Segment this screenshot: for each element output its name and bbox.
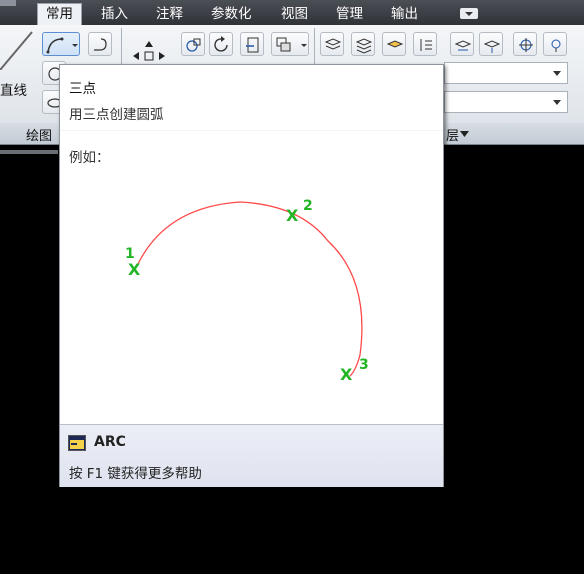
point-label-1: 1 [125, 246, 135, 262]
layer-walk-button[interactable] [479, 32, 503, 56]
point-label-2: 2 [303, 198, 313, 214]
layer-match-button[interactable] [450, 32, 474, 56]
layer-freeze-icon [386, 40, 404, 48]
tooltip-description: 用三点创建圆弧 [69, 107, 164, 123]
tooltip-title: 三点 [69, 81, 96, 97]
tab-view[interactable]: 视图 [281, 4, 308, 24]
layer-unisolate-button[interactable] [543, 32, 567, 56]
tab-home[interactable]: 常用 [37, 3, 82, 26]
layer-properties-button[interactable] [320, 32, 344, 56]
canvas-edge-strip [0, 150, 58, 154]
ribbon-tab-bar: 常用 插入 注释 参数化 视图 管理 输出 [0, 0, 584, 26]
trim-icon [246, 37, 259, 53]
arc-tool-button[interactable] [42, 32, 80, 56]
rotate-tool-button[interactable] [209, 32, 233, 56]
help-hint: 按 F1 键获得更多帮助 [69, 466, 202, 482]
layer-isolate-icon [519, 38, 533, 52]
point-marker-3: X [340, 365, 353, 384]
layers-icon [355, 38, 373, 54]
point-marker-2: X [286, 206, 299, 225]
layer-walk-icon [483, 40, 501, 53]
three-point-arc-illustration: X 1 X 2 X 3 [125, 198, 369, 384]
layer-previous-button[interactable] [413, 32, 437, 56]
layer-freeze-button[interactable] [382, 32, 406, 56]
copy-icon [186, 38, 201, 52]
array-tool-button[interactable] [271, 32, 309, 56]
point-label-3: 3 [359, 357, 369, 373]
layer-match-icon [454, 40, 472, 51]
chevron-down-icon [72, 44, 78, 47]
tab-parametric[interactable]: 参数化 [211, 4, 252, 24]
layer-state-dropdown[interactable] [444, 91, 568, 113]
tab-manage[interactable]: 管理 [336, 4, 363, 24]
chevron-down-icon[interactable] [460, 131, 469, 137]
line-tool-label[interactable]: 直线 [0, 79, 27, 99]
trim-tool-button[interactable] [240, 32, 264, 56]
layer-dropdown[interactable] [444, 62, 568, 84]
array-icon [276, 37, 291, 52]
rotate-icon [214, 36, 228, 52]
arc-curve [136, 201, 363, 377]
tab-insert[interactable]: 插入 [101, 4, 128, 24]
chevron-down-icon [301, 44, 307, 47]
ribbon-options-dropdown[interactable] [460, 8, 478, 19]
command-name: ARC [94, 434, 126, 450]
polyline-icon [94, 38, 107, 51]
application-button[interactable] [0, 0, 16, 6]
layer-properties-icon [324, 38, 342, 50]
point-marker-1: X [128, 260, 141, 279]
tooltip-divider [60, 130, 443, 131]
arc-icon [46, 37, 64, 54]
tooltip-footer: ARC 按 F1 键获得更多帮助 [60, 424, 443, 487]
arc-tooltip: 三点 用三点创建圆弧 例如： X 1 X 2 X 3 ARC 按 F1 键获得更… [59, 64, 444, 487]
layer-previous-icon [420, 39, 432, 51]
panel-title-layers[interactable]: 层 [446, 125, 459, 144]
panel-title-draw[interactable]: 绘图 [26, 125, 52, 144]
tooltip-example-label: 例如： [69, 150, 110, 166]
command-icon [68, 435, 86, 451]
layer-state-button[interactable] [351, 32, 375, 56]
polyline-tool-button[interactable] [88, 32, 112, 56]
tab-annotate[interactable]: 注释 [156, 4, 183, 24]
line-tool-icon[interactable] [0, 30, 40, 70]
copy-tool-button[interactable] [181, 32, 205, 56]
layer-isolate-button[interactable] [513, 32, 537, 56]
tab-output[interactable]: 输出 [391, 4, 418, 24]
layer-unisolate-icon [551, 39, 561, 52]
